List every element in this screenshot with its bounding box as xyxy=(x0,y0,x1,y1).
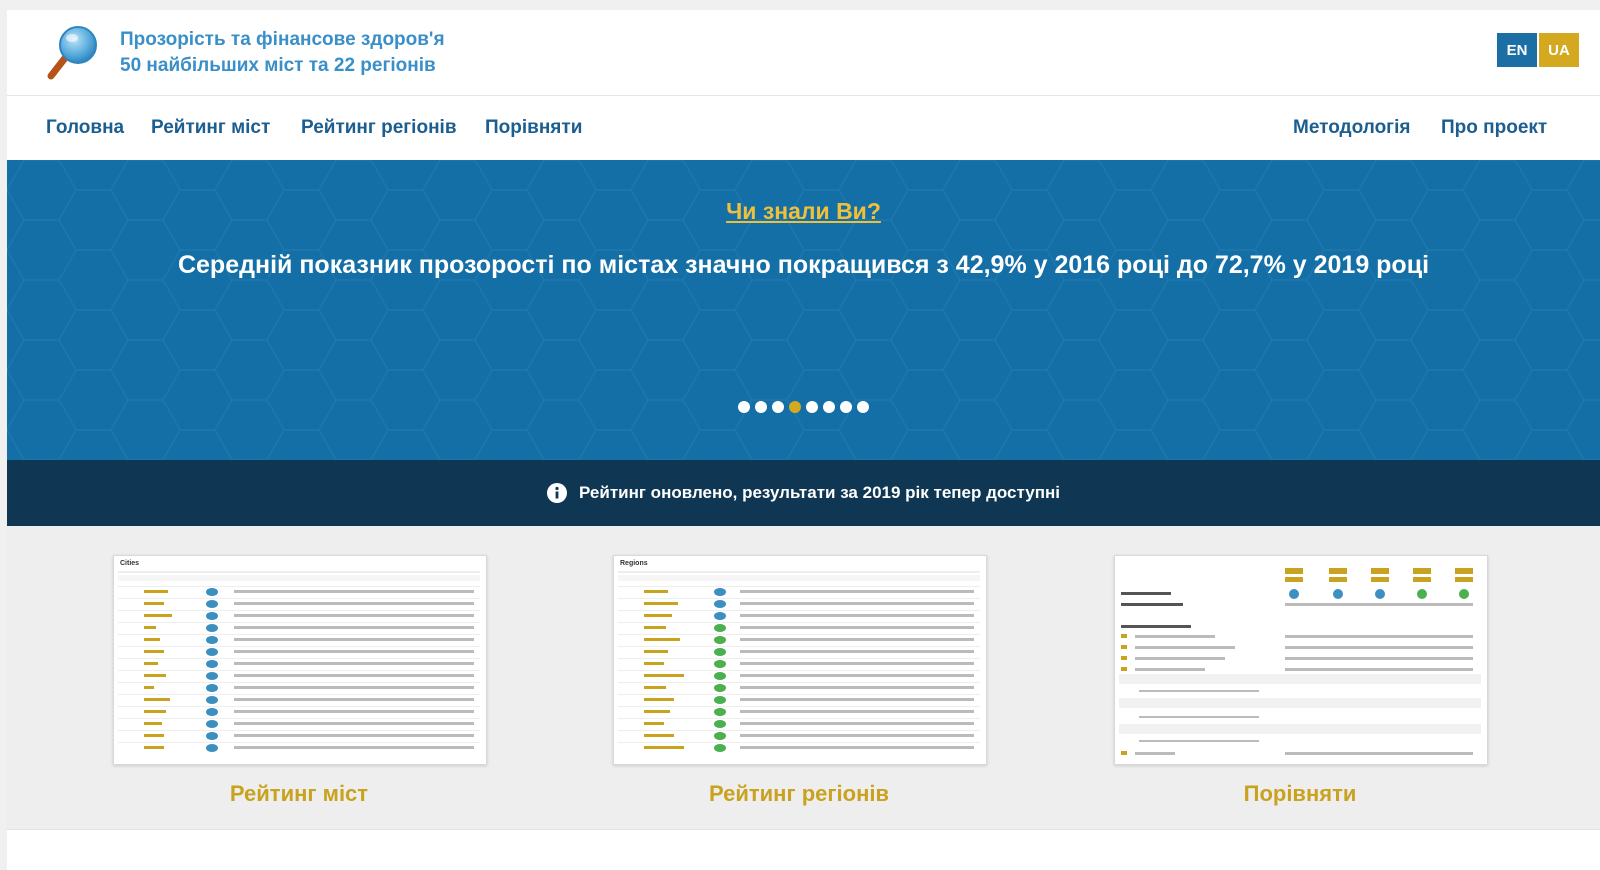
nav-about[interactable]: Про проект xyxy=(1441,117,1547,139)
carousel-dot-2[interactable] xyxy=(755,401,767,413)
city-rating-link[interactable]: Рейтинг міст xyxy=(113,781,485,807)
page: Прозорість та фінансове здоров'я 50 найб… xyxy=(7,10,1600,870)
hero-text: Середній показник прозорості по містах з… xyxy=(177,251,1430,279)
nav-region-rating[interactable]: Рейтинг регіонів xyxy=(301,117,457,139)
nav-home[interactable]: Головна xyxy=(46,117,124,139)
carousel-dot-3[interactable] xyxy=(772,401,784,413)
site-title-line1: Прозорість та фінансове здоров'я xyxy=(120,29,445,50)
lang-ua-button[interactable]: UA xyxy=(1539,33,1579,67)
region-table-thumbnail xyxy=(618,571,980,752)
city-thumb-title: Cities xyxy=(120,560,140,567)
carousel-dot-7[interactable] xyxy=(840,401,852,413)
notice-text: Рейтинг оновлено, результати за 2019 рік… xyxy=(579,483,1060,502)
section-cards: Cities Рейтинг міст Regions Рейтинг регі… xyxy=(7,526,1600,829)
nav-compare[interactable]: Порівняти xyxy=(485,117,582,139)
carousel-dot-4[interactable] xyxy=(789,401,801,413)
info-icon xyxy=(547,483,568,503)
site-title-line2: 50 найбільших міст та 22 регіонів xyxy=(120,55,436,76)
carousel-dot-5[interactable] xyxy=(806,401,818,413)
compare-card[interactable] xyxy=(1114,555,1488,765)
hero-title[interactable]: Чи знали Ви? xyxy=(7,198,1600,225)
site-title[interactable]: Прозорість та фінансове здоров'я 50 найб… xyxy=(120,27,445,79)
nav-methodology[interactable]: Методологія xyxy=(1293,117,1410,139)
magnifier-icon[interactable] xyxy=(45,24,101,82)
compare-table-thumbnail xyxy=(1119,568,1481,755)
city-table-thumbnail xyxy=(118,571,480,752)
carousel-dot-1[interactable] xyxy=(738,401,750,413)
region-rating-link[interactable]: Рейтинг регіонів xyxy=(613,781,985,807)
site-header: Прозорість та фінансове здоров'я 50 найб… xyxy=(7,10,1600,96)
region-thumb-title: Regions xyxy=(620,560,648,567)
region-rating-card[interactable]: Regions xyxy=(613,555,987,765)
carousel-dot-6[interactable] xyxy=(823,401,835,413)
carousel-dot-8[interactable] xyxy=(857,401,869,413)
carousel-dots xyxy=(7,401,1600,413)
nav-city-rating[interactable]: Рейтинг міст xyxy=(151,117,270,139)
hero-carousel: Чи знали Ви? Середній показник прозорост… xyxy=(7,160,1600,460)
update-notice: Рейтинг оновлено, результати за 2019 рік… xyxy=(7,460,1600,526)
lang-en-button[interactable]: EN xyxy=(1497,33,1537,67)
compare-link[interactable]: Порівняти xyxy=(1114,781,1486,807)
main-nav: Головна Рейтинг міст Рейтинг регіонів По… xyxy=(7,96,1600,160)
footer-strip xyxy=(7,829,1600,870)
city-rating-card[interactable]: Cities xyxy=(113,555,487,765)
